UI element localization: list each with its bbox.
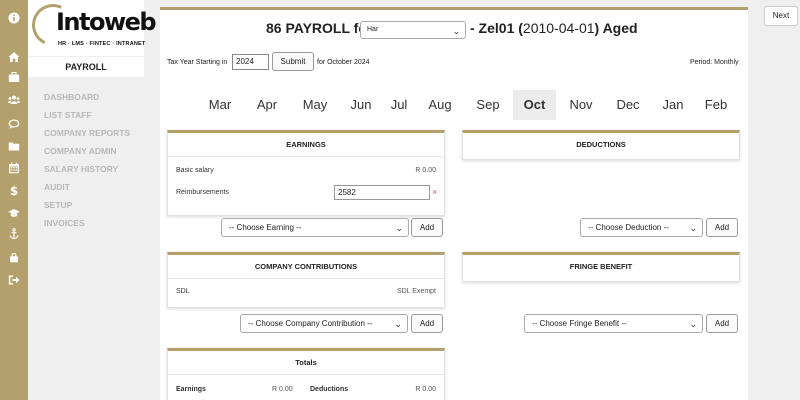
totals-deductions-value: R 0.00 [415,386,436,393]
info-icon[interactable] [0,9,28,27]
sdl-value: SDL Exempt [396,288,436,295]
month-tab-aug[interactable]: Aug [416,90,464,120]
month-tab-may[interactable]: May [290,90,340,120]
choose-deduction-value: -- Choose Deduction -- [588,223,669,232]
sidebar-menu: DASHBOARD LIST STAFF COMPANY REPORTS COM… [44,92,130,236]
submit-button[interactable]: Submit [272,52,314,71]
employee-start-date: 2010-04-01 [522,20,595,36]
choose-company-contribution-select[interactable]: -- Choose Company Contribution -- ⌄ [240,314,408,333]
add-earning-button[interactable]: Add [411,218,443,237]
sidebar: Intoweb HR · LMS · FINTEC · INTRANET PAY… [26,0,157,400]
sidebar-item-invoices[interactable]: INVOICES [44,218,130,236]
logo-text: Intoweb [56,8,157,36]
payroll-main: 86 PAYROLL for Har ⌄ - Zel01 (2010-04-01… [160,7,748,400]
reimbursements-input[interactable]: 2582 [334,185,430,200]
tax-year-label: Tax Year Starting in [167,59,228,66]
earnings-panel: EARNINGS Basic salary R 0.00 Reimburseme… [167,130,445,216]
totals-header: Totals [168,351,444,375]
logo[interactable]: Intoweb HR · LMS · FINTEC · INTRANET [26,0,157,56]
fringe-benefit-panel: FRINGE BENEFIT [462,252,740,282]
month-tab-nov[interactable]: Nov [558,90,604,120]
employee-select[interactable]: Har ⌄ [360,21,466,39]
month-tab-dec[interactable]: Dec [604,90,652,120]
comment-icon[interactable] [0,115,28,133]
anchor-icon[interactable] [0,225,28,243]
page-title: 86 PAYROLL for Har ⌄ - Zel01 (2010-04-01… [160,16,748,39]
folder-icon[interactable] [0,137,28,155]
choose-earning-select[interactable]: -- Choose Earning -- ⌄ [221,218,409,237]
sidebar-item-company-admin[interactable]: COMPANY ADMIN [44,146,130,164]
employee-age-suffix: ) Aged [594,20,638,36]
basic-salary-value: R 0.00 [415,167,436,174]
month-tab-feb[interactable]: Feb [694,90,738,120]
month-tab-jan[interactable]: Jan [652,90,694,120]
sidebar-item-list-staff[interactable]: LIST STAFF [44,110,130,128]
totals-earnings-value: R 0.00 [272,386,293,393]
sidebar-item-audit[interactable]: AUDIT [44,182,130,200]
chevron-down-icon: ⌄ [452,26,460,36]
choose-deduction-select[interactable]: -- Choose Deduction -- ⌄ [580,218,703,237]
icon-bar: $ [0,0,28,400]
period-label: Period: Monthly [690,59,739,66]
sidebar-item-dashboard[interactable]: DASHBOARD [44,92,130,110]
deductions-header: DEDUCTIONS [576,140,626,149]
tax-year-input[interactable]: 2024 [232,54,269,70]
lock-icon[interactable] [0,248,28,266]
employee-select-value: Har [367,26,379,33]
reimbursements-label: Reimbursements [176,189,229,196]
tax-month-label: for October 2024 [317,59,370,66]
basic-salary-label: Basic salary [176,167,214,174]
deductions-panel: DEDUCTIONS [462,130,740,160]
month-tab-mar[interactable]: Mar [196,90,244,120]
chevron-down-icon: ⌄ [689,223,697,233]
month-tab-jun[interactable]: Jun [340,90,382,120]
sdl-label: SDL [176,288,190,295]
company-contributions-panel: COMPANY CONTRIBUTIONS SDL SDL Exempt [167,252,445,308]
chevron-down-icon: ⌄ [394,319,402,329]
choose-earning-value: -- Choose Earning -- [229,223,302,232]
month-tab-apr[interactable]: Apr [244,90,290,120]
calendar-icon[interactable] [0,159,28,177]
totals-deductions-label: Deductions [310,386,349,393]
next-button[interactable]: Next [764,6,798,26]
logo-tagline: HR · LMS · FINTEC · INTRANET [58,41,146,47]
remove-reimbursement-icon[interactable]: × [432,187,437,197]
payroll-title-prefix: 86 PAYROLL for [266,20,373,36]
add-fringe-benefit-button[interactable]: Add [706,314,738,333]
company-contributions-header: COMPANY CONTRIBUTIONS [168,255,444,279]
totals-earnings-label: Earnings [176,386,206,393]
choose-fringe-benefit-select[interactable]: -- Choose Fringe Benefit -- ⌄ [524,314,703,333]
sidebar-item-company-reports[interactable]: COMPANY REPORTS [44,128,130,146]
earnings-header: EARNINGS [168,133,444,157]
svg-text:$: $ [10,184,18,196]
totals-panel: Totals Earnings R 0.00 Deductions R 0.00 [167,348,445,400]
sign-out-icon[interactable] [0,271,28,289]
add-company-contribution-button[interactable]: Add [411,314,443,333]
month-tab-oct[interactable]: Oct [513,90,556,120]
month-tab-sep[interactable]: Sep [464,90,512,120]
chevron-down-icon: ⌄ [395,223,403,233]
choose-company-contribution-value: -- Choose Company Contribution -- [248,319,373,328]
sidebar-title: PAYROLL [28,57,144,77]
users-icon[interactable] [0,91,28,109]
sidebar-item-setup[interactable]: SETUP [44,200,130,218]
graduation-cap-icon[interactable] [0,204,28,222]
briefcase-icon[interactable] [0,68,28,86]
choose-fringe-benefit-value: -- Choose Fringe Benefit -- [532,319,627,328]
month-tab-jul[interactable]: Jul [382,90,416,120]
employee-code: - Zel01 (2010-04-01) Aged [470,20,638,36]
dollar-icon[interactable]: $ [0,181,28,199]
employee-code-text: - Zel01 ( [470,20,523,36]
home-icon[interactable] [0,48,28,66]
sidebar-item-salary-history[interactable]: SALARY HISTORY [44,164,130,182]
chevron-down-icon: ⌄ [689,319,697,329]
fringe-benefit-header: FRINGE BENEFIT [569,262,633,271]
add-deduction-button[interactable]: Add [706,218,738,237]
